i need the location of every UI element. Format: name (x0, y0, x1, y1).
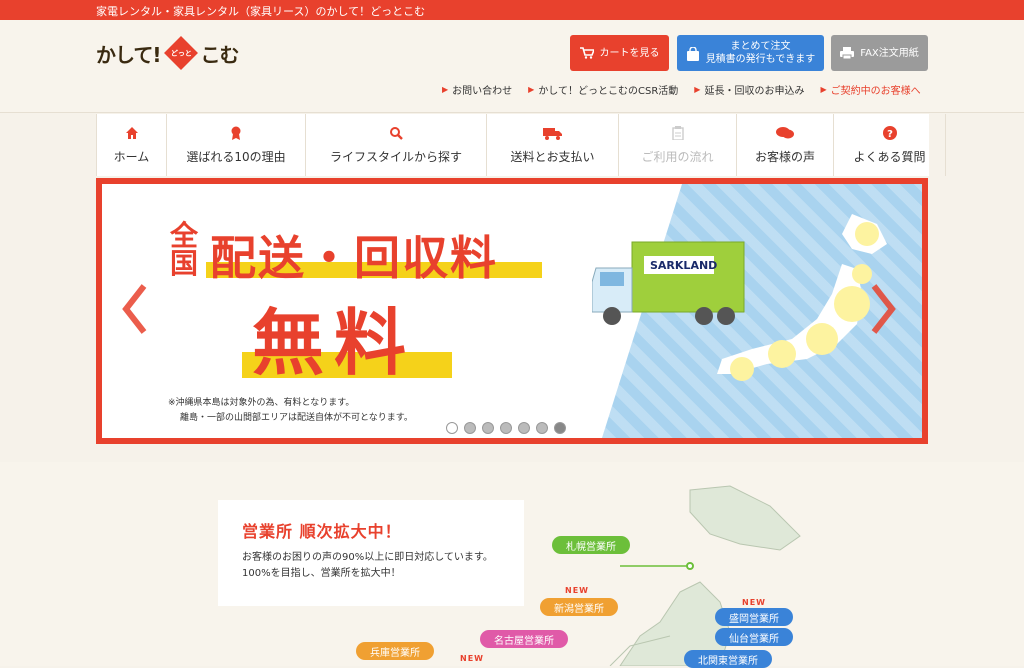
banner-note-line2: 離島・一部の山間部エリアは配送自体が不可となります。 (180, 413, 413, 423)
cart-icon (579, 47, 595, 59)
banner-note: ※沖縄県本島は対象外の為、有料となります。 離島・一部の山間部エリアは配送自体が… (168, 396, 413, 426)
home-icon (125, 126, 138, 139)
question-icon: ? (882, 125, 897, 140)
nav-voices[interactable]: お客様の声 (737, 114, 834, 176)
clipboard-icon (671, 125, 684, 140)
contact-link-label: お問い合わせ (452, 86, 513, 97)
logo-mark-text: どっと (170, 49, 192, 57)
slide-dot[interactable] (482, 422, 494, 434)
svg-text:?: ? (887, 129, 893, 140)
office-tag-label: 兵庫営業所 (370, 647, 420, 659)
current-customers-link-label: ご契約中のお客様へ (830, 86, 921, 97)
cart-button-label: カートを見る (599, 47, 660, 59)
office-tag-label: 仙台営業所 (729, 633, 779, 645)
hero-banner[interactable]: SARKLAND 全国 配送・回収料 無料 ※沖縄県本島は対象外の為、有料となり… (96, 178, 928, 444)
offices-title: 営業所 順次拡大中！ (242, 522, 402, 541)
site-logo[interactable]: かして! どっと こむ (94, 36, 240, 70)
new-badge: NEW (565, 586, 589, 595)
award-icon (231, 126, 241, 140)
fax-form-button[interactable]: FAX注文用紙 (831, 35, 928, 71)
nav-shipping-label: 送料とお支払い (510, 149, 595, 164)
nav-voices-label: お客様の声 (754, 149, 815, 164)
banner-note-line1: ※沖縄県本島は対象外の為、有料となります。 (168, 398, 355, 408)
truck-brand-text: SARKLAND (650, 259, 717, 272)
office-tag-morioka[interactable]: 盛岡営業所 (715, 608, 793, 626)
nav-flow-label: ご利用の流れ (641, 149, 714, 164)
office-tag-label: 新潟営業所 (554, 603, 604, 615)
csr-link[interactable]: ▶ かして！どっとこむのCSR活動 (528, 82, 678, 97)
banner-slide: SARKLAND 全国 配送・回収料 無料 ※沖縄県本島は対象外の為、有料となり… (102, 184, 922, 438)
slide-indicators (446, 422, 566, 434)
offices-card: 営業所 順次拡大中！ お客様のお困りの声の90%以上に即日対応しています。 10… (218, 500, 524, 606)
offices-section: 営業所 順次拡大中！ お客様のお困りの声の90%以上に即日対応しています。 10… (0, 462, 1024, 668)
office-tag-niigata[interactable]: 新潟営業所 (540, 598, 618, 616)
cart-button[interactable]: カートを見る (570, 35, 669, 71)
slide-dot[interactable] (464, 422, 476, 434)
chat-icon (776, 126, 794, 138)
arrow-right-icon: ▶ (820, 85, 827, 94)
bulk-order-line2: 見積書の発行もできます (705, 54, 816, 65)
contact-link[interactable]: ▶ お問い合わせ (442, 82, 512, 97)
bulk-order-button[interactable]: まとめて注文 見積書の発行もできます (677, 35, 824, 71)
arrow-right-icon: ▶ (694, 85, 701, 94)
banner-free: 無料 (252, 301, 417, 385)
nav-home-label: ホーム (113, 149, 150, 164)
nav-home[interactable]: ホーム (97, 114, 167, 176)
banner-nationwide: 全国 (170, 219, 199, 280)
prev-slide-button[interactable] (122, 284, 148, 334)
slide-dot[interactable] (446, 422, 458, 434)
site-tagline: 家電レンタル・家具レンタル（家具リース）のかして！どっとこむ (96, 5, 426, 18)
offices-japan-map (609, 485, 801, 666)
office-tag-hyogo[interactable]: 兵庫営業所 (356, 642, 434, 660)
header-links: ▶ お問い合わせ ▶ かして！どっとこむのCSR活動 ▶ 延長・回収のお申込み ▶ ご契… (426, 82, 921, 97)
nav-reasons-label: 選ばれる10の理由 (186, 149, 286, 164)
slide-dot[interactable] (536, 422, 548, 434)
csr-link-label: かして！どっとこむのCSR活動 (538, 86, 679, 97)
nav-lifestyle-label: ライフスタイルから探す (329, 149, 462, 164)
banner-headline: 配送・回収料 (210, 231, 498, 285)
nav-reasons[interactable]: 選ばれる10の理由 (167, 114, 306, 176)
logo-text-2: こむ (200, 42, 240, 67)
office-tag-label: 名古屋営業所 (494, 635, 554, 647)
logo-diamond: どっと (163, 36, 198, 70)
site-header: かして! どっと こむ カートを見る まとめて注文 見積書の発行もできます FA… (0, 20, 1024, 113)
truck-icon (542, 127, 562, 140)
office-tag-sapporo[interactable]: 札幌営業所 (552, 536, 630, 554)
nav-lifestyle[interactable]: ライフスタイルから探す (306, 114, 487, 176)
fax-form-label: FAX注文用紙 (860, 47, 919, 59)
office-tag-label: 札幌営業所 (566, 541, 616, 553)
offices-text-line1: お客様のお困りの声の90%以上に即日対応しています。 (242, 552, 493, 563)
nav-shipping[interactable]: 送料とお支払い (487, 114, 619, 176)
new-badge: NEW (742, 598, 766, 607)
bulk-order-line1: まとめて注文 (730, 41, 791, 52)
search-icon (390, 126, 403, 140)
nav-flow[interactable]: ご利用の流れ (619, 114, 737, 176)
nav-faq[interactable]: ? よくある質問 (834, 114, 946, 176)
extension-link[interactable]: ▶ 延長・回収のお申込み (694, 82, 804, 97)
logo-text-1: かして! (96, 42, 162, 67)
office-tag-label: 盛岡営業所 (729, 613, 779, 625)
office-tag-nagoya[interactable]: 名古屋営業所 (480, 630, 568, 648)
office-tag-label: 北関東営業所 (698, 655, 758, 667)
global-nav: ホーム 選ばれる10の理由 ライフスタイルから探す 送料とお支払い ご利用の流れ… (96, 114, 946, 176)
top-bar: 家電レンタル・家具レンタル（家具リース）のかして！どっとこむ (0, 0, 1024, 20)
slide-dot[interactable] (518, 422, 530, 434)
arrow-right-icon: ▶ (442, 85, 449, 94)
nav-faq-label: よくある質問 (853, 149, 926, 164)
offices-text-line2: 100%を目指し、営業所を拡大中！ (242, 568, 401, 579)
office-tag-kitakanto[interactable]: 北関東営業所 (684, 650, 772, 668)
delivery-truck-illustration: SARKLAND (592, 241, 745, 325)
printer-icon (840, 47, 855, 60)
bulk-order-label: まとめて注文 見積書の発行もできます (706, 40, 816, 66)
offices-text: お客様のお困りの声の90%以上に即日対応しています。 100%を目指し、営業所を… (242, 550, 493, 582)
arrow-right-icon: ▶ (528, 85, 535, 94)
slide-dot-active[interactable] (554, 422, 566, 434)
shopping-bag-icon (686, 46, 700, 61)
next-slide-button[interactable] (870, 284, 896, 334)
office-tag-sendai[interactable]: 仙台営業所 (715, 628, 793, 646)
extension-link-label: 延長・回収のお申込み (704, 86, 805, 97)
current-customers-link[interactable]: ▶ ご契約中のお客様へ (820, 82, 920, 97)
slide-dot[interactable] (500, 422, 512, 434)
new-badge: NEW (460, 654, 484, 663)
